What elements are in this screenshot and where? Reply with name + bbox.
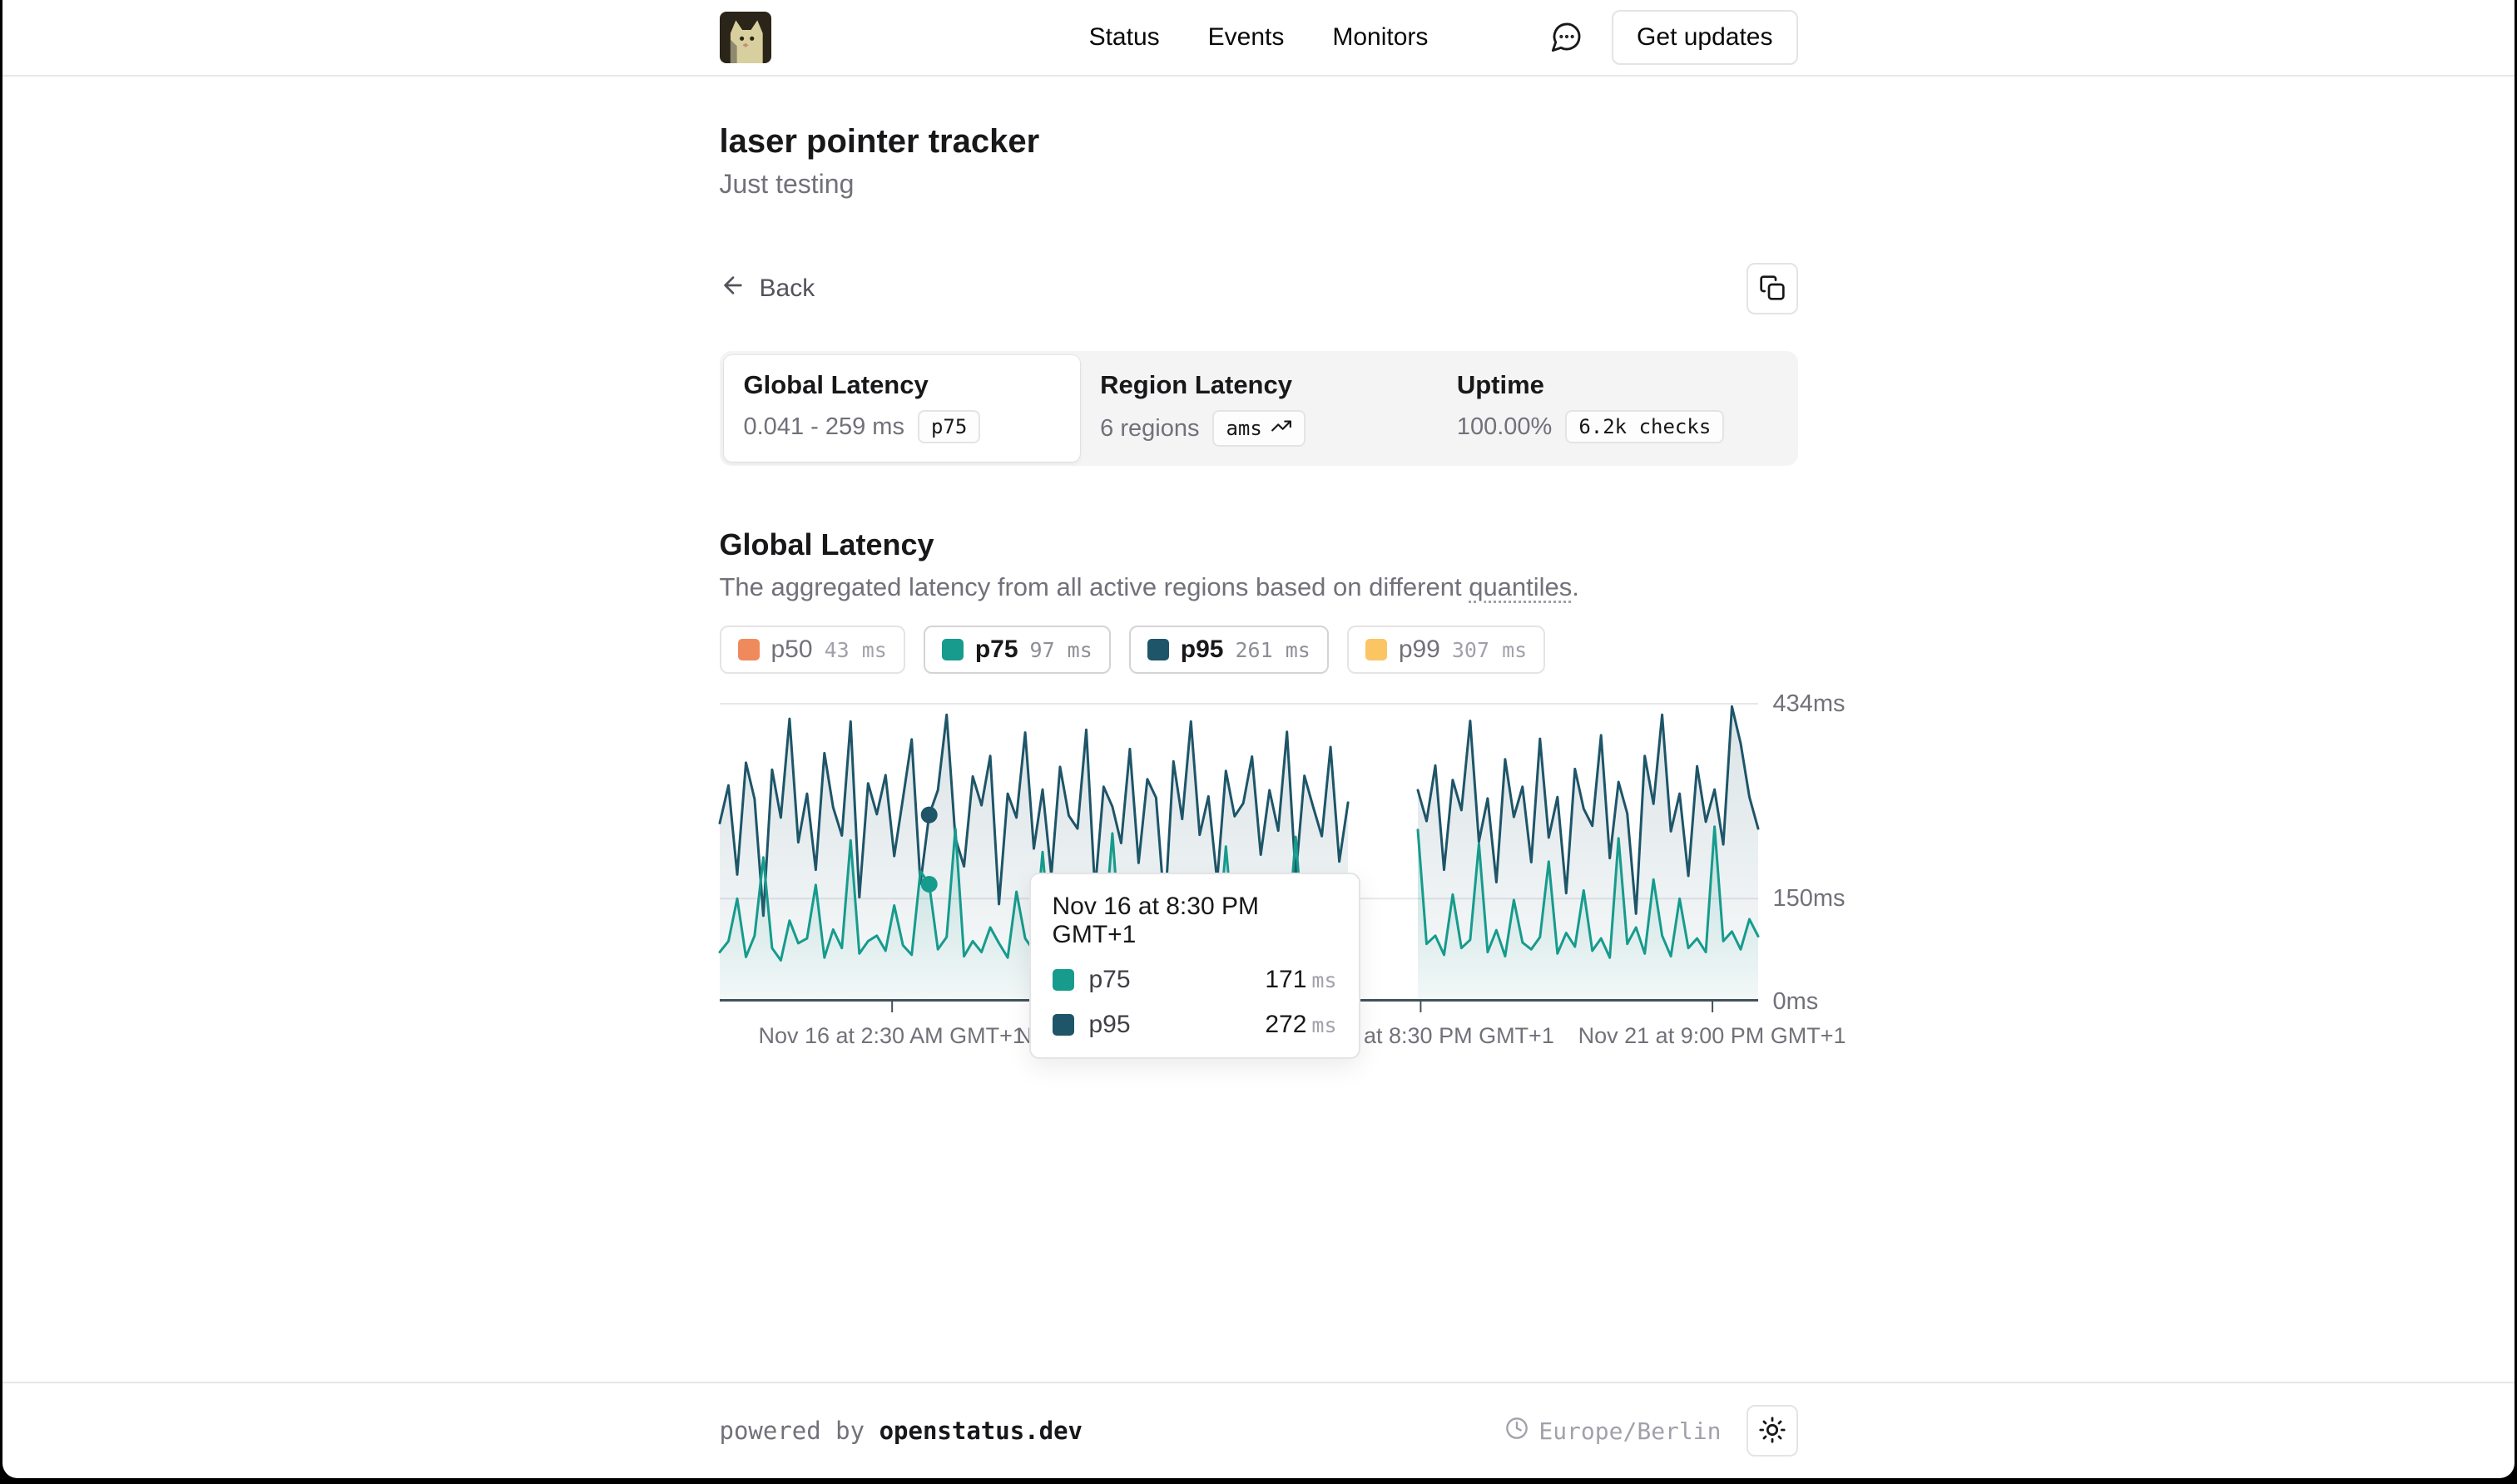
- app-window: Status Events Monitors Get updates: [2, 0, 2515, 1478]
- legend-label: p95: [1181, 636, 1224, 664]
- nav-links: Status Events Monitors: [1089, 23, 1429, 52]
- feedback-button[interactable]: [1550, 20, 1583, 56]
- legend-label: p50: [771, 636, 813, 664]
- powered-by-text: powered by: [720, 1417, 879, 1445]
- sun-icon: [1758, 1416, 1786, 1447]
- section-desc-period: .: [1572, 572, 1579, 601]
- y-axis-label: 150ms: [1773, 885, 1846, 913]
- nav-link-monitors[interactable]: Monitors: [1332, 23, 1428, 52]
- section-description: The aggregated latency from all active r…: [720, 572, 1798, 602]
- top-nav: Status Events Monitors Get updates: [2, 0, 2515, 77]
- toolbar: Back: [720, 263, 1798, 314]
- theme-toggle-button[interactable]: [1747, 1405, 1798, 1457]
- logo-image: [720, 12, 771, 63]
- x-axis-label: Nov 16 at 2:30 AM GMT+1: [758, 1023, 1024, 1049]
- timezone-label: Europe/Berlin: [1538, 1417, 1721, 1445]
- tooltip-unit: ms: [1311, 1013, 1336, 1037]
- tab-title: Global Latency: [744, 370, 1061, 400]
- back-label: Back: [760, 275, 815, 303]
- legend-value: 307 ms: [1452, 638, 1527, 662]
- chat-bubble-icon: [1550, 20, 1583, 56]
- tooltip-unit: ms: [1311, 968, 1336, 992]
- legend-value: 261 ms: [1236, 638, 1311, 662]
- legend-chip-p50[interactable]: p50 43 ms: [720, 626, 905, 674]
- quantiles-link[interactable]: quantiles: [1469, 572, 1572, 601]
- page-subtitle: Just testing: [720, 169, 1798, 200]
- timezone: Europe/Berlin: [1505, 1417, 1721, 1446]
- nav-link-events[interactable]: Events: [1208, 23, 1285, 52]
- logo[interactable]: [720, 12, 1089, 63]
- tab-global-latency[interactable]: Global Latency 0.041 - 259 ms p75: [724, 355, 1081, 462]
- tooltip-value: 272: [1265, 1011, 1306, 1038]
- legend-chip-p99[interactable]: p99 307 ms: [1347, 626, 1545, 674]
- p95-swatch: [1147, 639, 1169, 660]
- y-axis-label: 434ms: [1773, 690, 1846, 718]
- quantile-badge: p75: [918, 410, 980, 443]
- tab-title: Region Latency: [1100, 370, 1417, 400]
- main-content: laser pointer tracker Just testing Back: [720, 77, 1798, 1382]
- region-badge: ams: [1212, 410, 1305, 447]
- legend-label: p75: [975, 636, 1018, 664]
- section-desc-text: The aggregated latency from all active r…: [720, 572, 1469, 601]
- p75-swatch: [1053, 969, 1074, 991]
- trending-up-icon: [1271, 415, 1292, 442]
- x-axis-label: Nov 21 at 9:00 PM GMT+1: [1578, 1023, 1846, 1049]
- legend-value: 97 ms: [1030, 638, 1093, 662]
- tab-value: 100.00%: [1457, 413, 1553, 441]
- get-updates-button[interactable]: Get updates: [1612, 10, 1797, 65]
- region-badge-label: ams: [1226, 417, 1261, 440]
- section-title: Global Latency: [720, 527, 1798, 562]
- p75-swatch: [942, 639, 964, 660]
- legend-value: 43 ms: [825, 638, 887, 662]
- openstatus-link[interactable]: openstatus.dev: [879, 1417, 1083, 1445]
- copy-icon: [1759, 275, 1786, 304]
- p95-swatch: [1053, 1014, 1074, 1036]
- chart-legend: p50 43 ms p75 97 ms p95 261 ms p99 307 m…: [720, 626, 1798, 674]
- chart-tooltip: Nov 16 at 8:30 PM GMT+1 p75 171ms p95 27…: [1029, 873, 1360, 1059]
- tab-region-latency[interactable]: Region Latency 6 regions ams: [1080, 355, 1437, 462]
- p99-swatch: [1365, 639, 1387, 660]
- y-axis-label: 0ms: [1773, 988, 1819, 1016]
- arrow-left-icon: [720, 272, 746, 305]
- tooltip-row-p75: p75 171ms: [1053, 966, 1337, 994]
- tab-uptime[interactable]: Uptime 100.00% 6.2k checks: [1437, 355, 1794, 462]
- legend-chip-p95[interactable]: p95 261 ms: [1129, 626, 1329, 674]
- tooltip-series-name: p75: [1089, 966, 1251, 994]
- clock-icon: [1505, 1417, 1529, 1446]
- legend-chip-p75[interactable]: p75 97 ms: [924, 626, 1111, 674]
- page-footer: powered by openstatus.dev Europe/Berlin: [2, 1382, 2515, 1478]
- tooltip-row-p95: p95 272ms: [1053, 1011, 1337, 1039]
- page-title: laser pointer tracker: [720, 123, 1798, 161]
- tooltip-value: 171: [1265, 966, 1306, 993]
- tooltip-title: Nov 16 at 8:30 PM GMT+1: [1053, 893, 1337, 949]
- metric-tabs: Global Latency 0.041 - 259 ms p75 Region…: [720, 351, 1798, 466]
- tab-title: Uptime: [1457, 370, 1774, 400]
- legend-label: p99: [1399, 636, 1440, 664]
- powered-by: powered by openstatus.dev: [720, 1417, 1083, 1445]
- tab-value: 6 regions: [1100, 415, 1199, 443]
- back-link[interactable]: Back: [720, 272, 815, 305]
- checks-badge: 6.2k checks: [1565, 410, 1724, 443]
- nav-link-status[interactable]: Status: [1089, 23, 1160, 52]
- copy-link-button[interactable]: [1747, 263, 1798, 314]
- p50-swatch: [738, 639, 760, 660]
- latency-chart[interactable]: 434ms 150ms 0ms Nov 16 at 2:30 AM GMT+1 …: [720, 704, 1758, 1073]
- tab-value: 0.041 - 259 ms: [744, 413, 904, 441]
- tooltip-series-name: p95: [1089, 1011, 1251, 1039]
